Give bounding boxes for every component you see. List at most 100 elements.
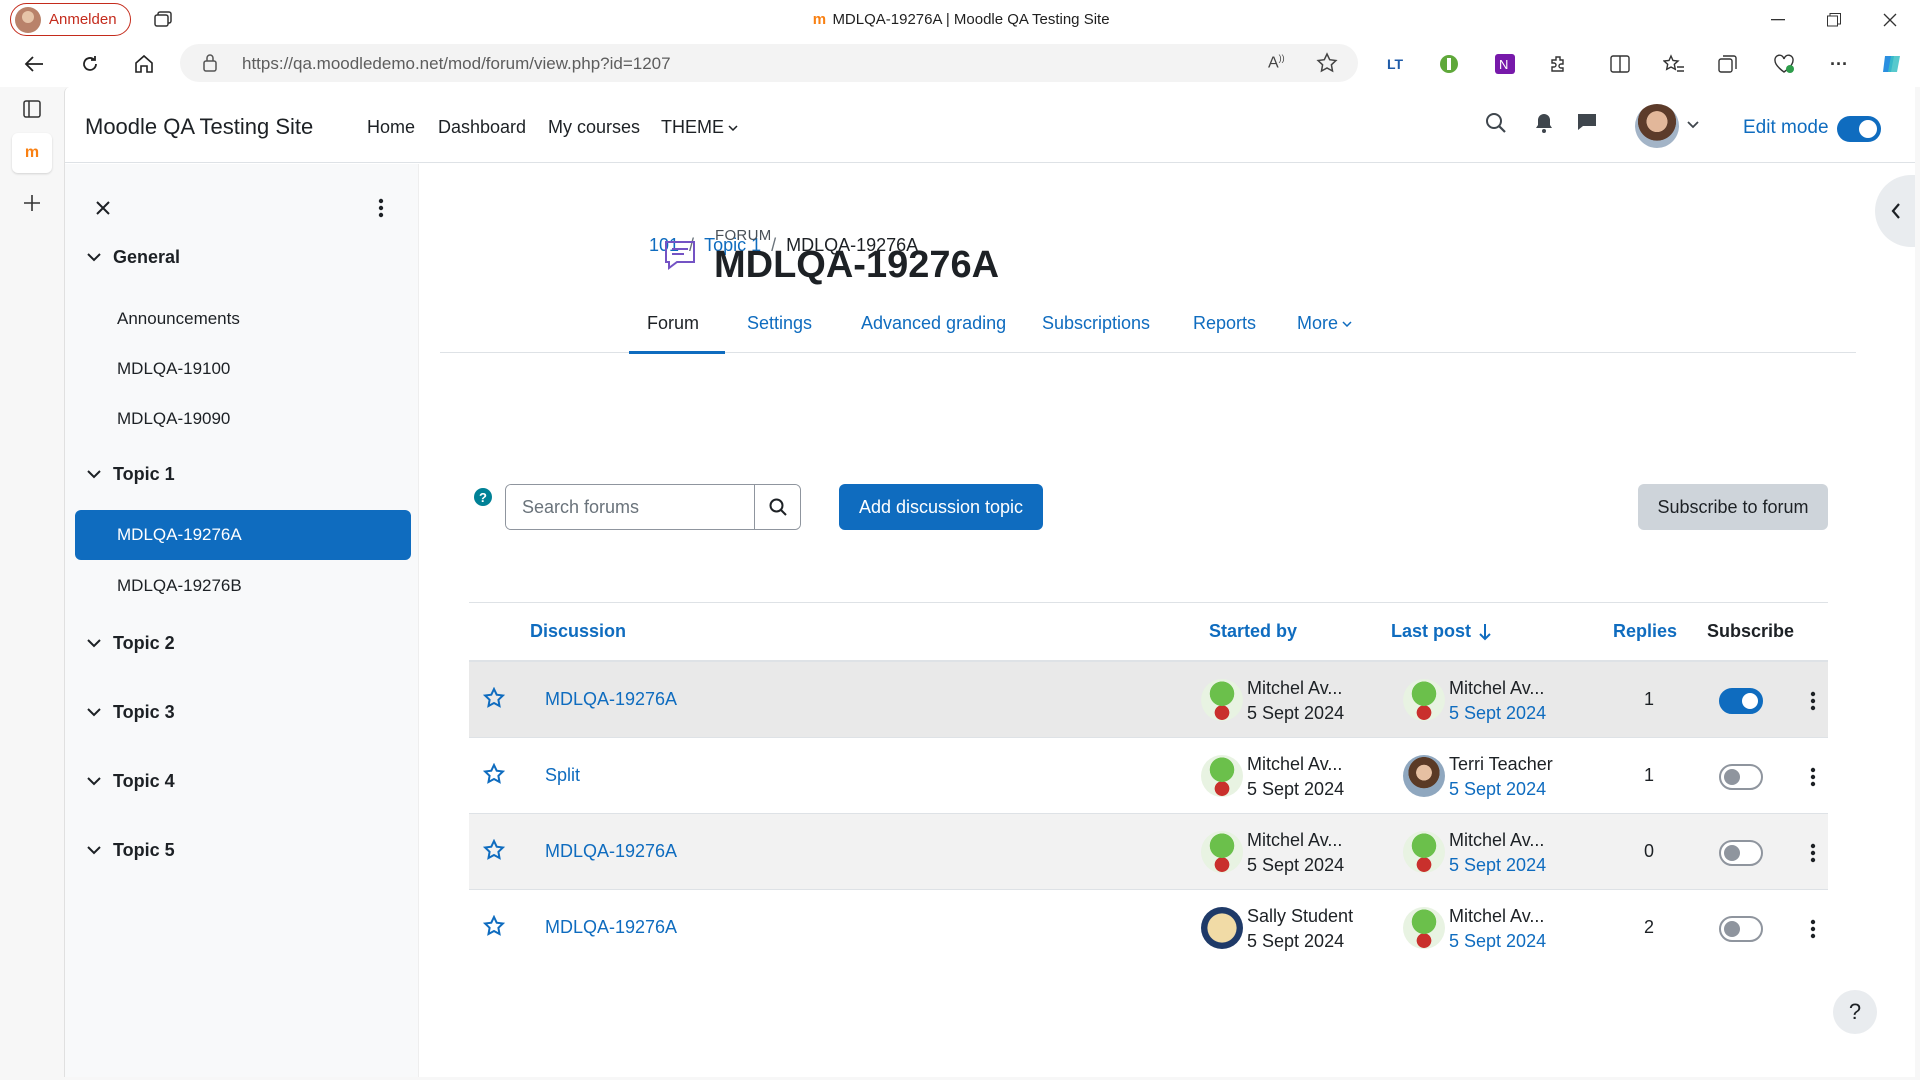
- collections-icon[interactable]: [1714, 50, 1742, 78]
- section-topic-2[interactable]: Topic 2: [87, 633, 175, 654]
- search-forums-input[interactable]: [506, 485, 754, 529]
- course-index-item[interactable]: Announcements: [75, 294, 411, 344]
- block-drawer-toggle[interactable]: [1875, 175, 1915, 247]
- tab-forum[interactable]: Forum: [647, 313, 699, 334]
- moodle-favicon: m: [812, 11, 827, 28]
- avatar[interactable]: [1201, 907, 1243, 949]
- more-options-icon[interactable]: ···: [1825, 50, 1853, 78]
- tab-reports[interactable]: Reports: [1193, 313, 1256, 334]
- tab-settings[interactable]: Settings: [747, 313, 812, 334]
- page-title: MDLQA-19276A: [714, 244, 1000, 286]
- table-row: MDLQA-19276A Mitchel Av... 5 Sept 2024 Mi…: [469, 814, 1828, 890]
- course-index-item[interactable]: MDLQA-19276B: [75, 561, 411, 611]
- minimize-button[interactable]: [1756, 6, 1800, 34]
- notifications-bell-icon[interactable]: [1535, 113, 1553, 133]
- favorite-star-icon[interactable]: [1316, 52, 1338, 74]
- close-window-button[interactable]: [1868, 6, 1912, 34]
- tab-more[interactable]: More: [1297, 313, 1352, 334]
- kebab-menu-icon[interactable]: [1803, 914, 1823, 944]
- extension-shield-icon[interactable]: [1435, 50, 1463, 78]
- kebab-menu-icon[interactable]: [1803, 838, 1823, 868]
- copilot-icon[interactable]: [1878, 50, 1906, 78]
- star-icon[interactable]: [483, 687, 505, 709]
- column-header-subscribe: Subscribe: [1707, 621, 1795, 641]
- avatar[interactable]: [1403, 831, 1445, 873]
- close-drawer-icon[interactable]: [87, 192, 119, 224]
- site-name[interactable]: Moodle QA Testing Site: [85, 114, 313, 140]
- nav-home[interactable]: Home: [367, 117, 415, 138]
- nav-dashboard[interactable]: Dashboard: [438, 117, 526, 138]
- nav-theme[interactable]: THEME: [661, 117, 738, 138]
- discussion-link[interactable]: MDLQA-19276A: [545, 689, 677, 710]
- avatar[interactable]: [1403, 679, 1445, 721]
- subscribe-toggle[interactable]: [1719, 840, 1763, 866]
- vertical-tabs-icon[interactable]: [12, 89, 52, 129]
- discussion-link[interactable]: Split: [545, 765, 580, 786]
- tab-subscriptions[interactable]: Subscriptions: [1042, 313, 1150, 334]
- edit-mode-toggle[interactable]: [1837, 116, 1881, 142]
- section-topic-5[interactable]: Topic 5: [87, 840, 175, 861]
- table-row: MDLQA-19276A Mitchel Av... 5 Sept 2024 Mi…: [469, 662, 1828, 738]
- subscribe-toggle[interactable]: [1719, 764, 1763, 790]
- kebab-menu-icon[interactable]: [367, 192, 395, 224]
- refresh-button[interactable]: [74, 48, 106, 80]
- extensions-icon[interactable]: [1545, 50, 1573, 78]
- table-row: Split Mitchel Av... 5 Sept 2024 Terri Tea…: [469, 738, 1828, 814]
- new-tab-icon[interactable]: [12, 183, 52, 223]
- chevron-down-icon[interactable]: [1687, 121, 1699, 129]
- onenote-icon[interactable]: N: [1491, 50, 1519, 78]
- discussion-link[interactable]: MDLQA-19276A: [545, 841, 677, 862]
- subscribe-to-forum-button[interactable]: Subscribe to forum: [1638, 484, 1828, 530]
- section-topic-1[interactable]: Topic 1: [87, 464, 175, 485]
- course-index-item[interactable]: MDLQA-19090: [75, 394, 411, 444]
- avatar[interactable]: [1201, 679, 1243, 721]
- home-button[interactable]: [128, 48, 160, 80]
- avatar[interactable]: [1403, 755, 1445, 797]
- avatar[interactable]: [1403, 907, 1445, 949]
- address-bar[interactable]: https://qa.moodledemo.net/mod/forum/view…: [180, 44, 1358, 82]
- user-menu-avatar[interactable]: [1635, 104, 1679, 148]
- browser-title-bar: Anmelden m MDLQA-19276A | Moodle QA Testi…: [0, 0, 1920, 40]
- section-general[interactable]: General: [87, 247, 180, 268]
- page-help-button[interactable]: ?: [1833, 990, 1877, 1034]
- browser-essentials-icon[interactable]: [1770, 50, 1798, 78]
- section-topic-3[interactable]: Topic 3: [87, 702, 175, 723]
- search-forums-group: [505, 484, 801, 530]
- star-icon[interactable]: [483, 839, 505, 861]
- lock-icon: [202, 54, 218, 72]
- back-button[interactable]: [18, 48, 50, 80]
- help-icon[interactable]: ?: [474, 488, 492, 506]
- restore-button[interactable]: [1812, 6, 1856, 34]
- favorites-icon[interactable]: [1660, 50, 1688, 78]
- moodle-tab-icon[interactable]: m: [12, 133, 52, 173]
- course-index-item-active[interactable]: MDLQA-19276A: [75, 510, 411, 560]
- star-icon[interactable]: [483, 763, 505, 785]
- last-post: Mitchel Av... 5 Sept 2024: [1449, 678, 1547, 723]
- extension-lt-icon[interactable]: LT: [1381, 50, 1409, 78]
- nav-my-courses[interactable]: My courses: [548, 117, 640, 138]
- avatar[interactable]: [1201, 755, 1243, 797]
- column-header-started-by[interactable]: Started by: [1209, 621, 1297, 642]
- column-header-last-post[interactable]: Last post: [1391, 621, 1491, 642]
- discussion-link[interactable]: MDLQA-19276A: [545, 917, 677, 938]
- kebab-menu-icon[interactable]: [1803, 686, 1823, 716]
- search-icon[interactable]: [1485, 112, 1507, 134]
- avatar[interactable]: [1201, 831, 1243, 873]
- table-header: Discussion Started by Last post Replies …: [469, 602, 1828, 662]
- column-header-replies[interactable]: Replies: [1613, 621, 1677, 642]
- star-icon[interactable]: [483, 915, 505, 937]
- started-by: Mitchel Av... 5 Sept 2024: [1247, 754, 1345, 799]
- tab-advanced-grading[interactable]: Advanced grading: [861, 313, 1006, 334]
- messages-icon[interactable]: [1577, 113, 1597, 131]
- window-title: m MDLQA-19276A | Moodle QA Testing Site: [0, 11, 1920, 28]
- kebab-menu-icon[interactable]: [1803, 762, 1823, 792]
- course-index-item[interactable]: MDLQA-19100: [75, 344, 411, 394]
- read-aloud-icon[interactable]: A)): [1268, 53, 1285, 72]
- search-submit-button[interactable]: [754, 485, 800, 529]
- subscribe-toggle[interactable]: [1719, 688, 1763, 714]
- section-topic-4[interactable]: Topic 4: [87, 771, 175, 792]
- subscribe-toggle[interactable]: [1719, 916, 1763, 942]
- column-header-discussion[interactable]: Discussion: [530, 621, 626, 642]
- split-screen-icon[interactable]: [1606, 50, 1634, 78]
- add-discussion-topic-button[interactable]: Add discussion topic: [839, 484, 1043, 530]
